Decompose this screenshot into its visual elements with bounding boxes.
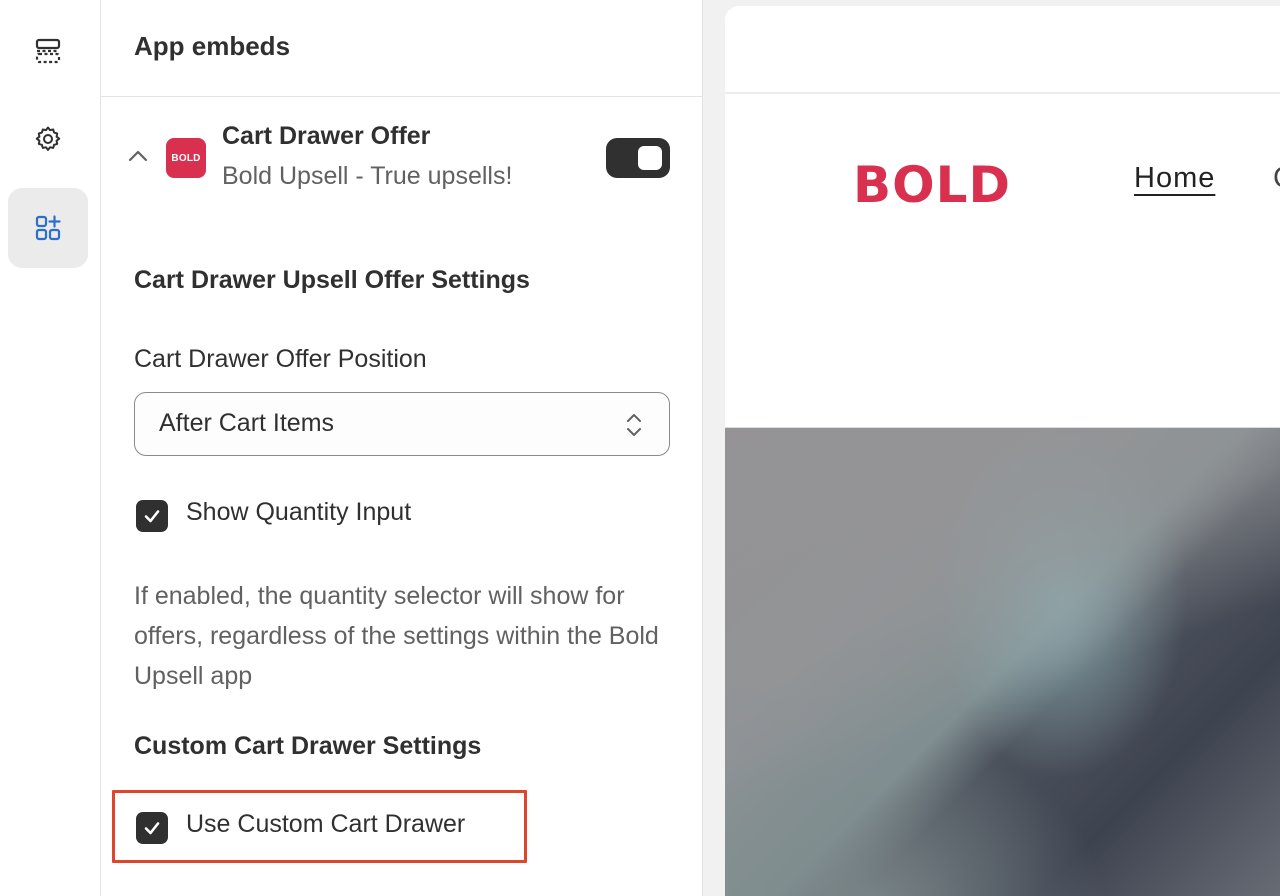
checkmark-icon	[144, 822, 160, 835]
nav-link-home[interactable]: Home	[1134, 162, 1215, 195]
editor-icon-rail	[0, 0, 101, 896]
custom-drawer-heading: Custom Cart Drawer Settings	[134, 732, 482, 760]
offer-position-value: After Cart Items	[159, 409, 335, 437]
chevron-up-icon	[128, 150, 148, 162]
select-arrows-icon	[627, 414, 641, 436]
preview-store-header	[725, 94, 1280, 428]
rail-app-embeds-button[interactable]	[8, 188, 88, 268]
app-logo-text: BOLD	[171, 152, 201, 164]
sections-icon	[35, 38, 61, 64]
hero-image	[725, 428, 1280, 896]
show-quantity-label: Show Quantity Input	[186, 498, 412, 526]
panel-header: App embeds	[101, 0, 703, 97]
app-embeds-icon	[35, 215, 61, 241]
embed-subtitle: Bold Upsell - True upsells!	[222, 162, 513, 190]
preview-frame: BOLD Home C	[725, 6, 1280, 896]
preview-announcement-bar	[725, 6, 1280, 94]
collapse-embed-button[interactable]	[125, 143, 151, 169]
app-embeds-panel: App embeds BOLD Cart Drawer Offer Bold U…	[101, 0, 703, 896]
offer-position-label: Cart Drawer Offer Position	[134, 345, 427, 373]
store-brand-logo[interactable]: BOLD	[853, 156, 1011, 214]
show-quantity-help: If enabled, the quantity selector will s…	[134, 582, 659, 690]
offer-position-select[interactable]: After Cart Items	[134, 392, 670, 456]
hero-image-overlay	[725, 428, 1280, 896]
bold-app-logo: BOLD	[166, 138, 206, 178]
rail-sections-button[interactable]	[8, 11, 88, 91]
theme-editor: App embeds BOLD Cart Drawer Offer Bold U…	[0, 0, 1280, 896]
gear-icon	[35, 126, 61, 151]
embed-enabled-toggle[interactable]	[606, 138, 670, 178]
upsell-settings-heading: Cart Drawer Upsell Offer Settings	[134, 266, 530, 294]
checkmark-icon	[144, 510, 160, 523]
toggle-knob	[638, 146, 662, 170]
show-quantity-checkbox[interactable]	[136, 500, 168, 532]
use-custom-drawer-checkbox[interactable]	[136, 812, 168, 844]
rail-settings-button[interactable]	[8, 99, 88, 179]
embed-name: Cart Drawer Offer	[222, 122, 431, 150]
use-custom-drawer-label: Use Custom Cart Drawer	[186, 810, 466, 838]
store-preview: BOLD Home C	[703, 0, 1280, 896]
panel-title: App embeds	[134, 31, 291, 61]
nav-link-next[interactable]: C	[1273, 162, 1280, 195]
